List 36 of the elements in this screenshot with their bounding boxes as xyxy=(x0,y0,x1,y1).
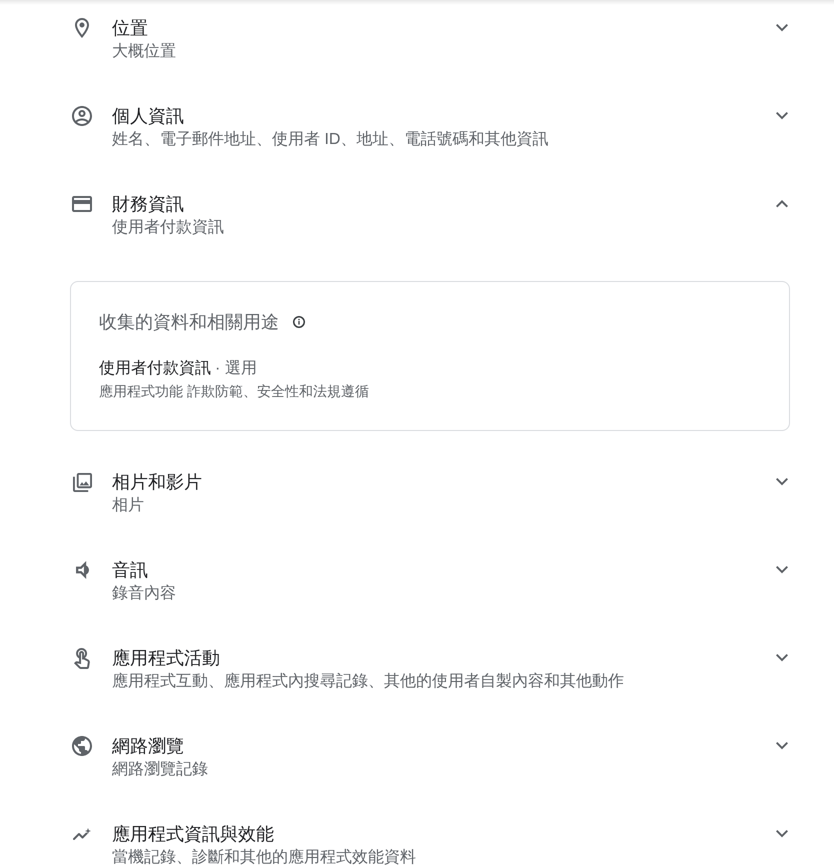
section-subtitle: 網路瀏覽記錄 xyxy=(112,761,209,779)
globe-icon xyxy=(72,736,92,756)
chevron-down-icon[interactable] xyxy=(776,478,788,486)
tap-hand-icon xyxy=(74,648,90,668)
section-subtitle: 相片 xyxy=(112,497,145,515)
section-subtitle: 當機記錄、診斷和其他的應用程式效能資料 xyxy=(112,849,417,867)
section-subtitle: 大概位置 xyxy=(112,43,177,61)
location-pin-icon xyxy=(75,18,89,38)
section-title: 相片和影片 xyxy=(112,471,203,494)
chevron-up-icon[interactable] xyxy=(776,200,788,208)
section-title: 應用程式資訊與效能 xyxy=(112,823,275,846)
photo-stack-icon xyxy=(72,472,92,492)
section-subtitle: 錄音內容 xyxy=(112,585,177,603)
section-title: 應用程式活動 xyxy=(112,647,221,670)
credit-card-icon xyxy=(72,196,92,212)
section-title: 位置 xyxy=(112,17,149,40)
data-requirement: · 選用 xyxy=(215,359,257,379)
chevron-down-icon[interactable] xyxy=(776,24,788,32)
speaker-icon xyxy=(76,561,88,579)
chevron-down-icon[interactable] xyxy=(776,112,788,120)
section-title: 個人資訊 xyxy=(112,105,185,128)
trend-sparkle-icon xyxy=(73,828,91,840)
section-subtitle: 應用程式互動、應用程式內搜尋記錄、其他的使用者自製內容和其他動作 xyxy=(112,673,625,691)
card-heading: 收集的資料和相關用途 xyxy=(99,311,279,334)
section-subtitle: 使用者付款資訊 xyxy=(112,219,225,237)
section-title: 網路瀏覽 xyxy=(112,735,185,758)
section-subtitle: 姓名、電子郵件地址、使用者 ID、地址、電話號碼和其他資訊 xyxy=(112,131,550,149)
section-title: 財務資訊 xyxy=(112,193,185,216)
chevron-down-icon[interactable] xyxy=(776,830,788,838)
data-purposes: 應用程式功能 詐欺防範、安全性和法規遵循 xyxy=(99,382,370,401)
data-type-name: 使用者付款資訊 xyxy=(99,359,211,379)
info-icon[interactable] xyxy=(293,316,305,328)
chevron-down-icon[interactable] xyxy=(776,742,788,750)
chevron-down-icon[interactable] xyxy=(776,654,788,662)
section-title: 音訊 xyxy=(112,559,149,582)
chevron-down-icon[interactable] xyxy=(776,566,788,574)
